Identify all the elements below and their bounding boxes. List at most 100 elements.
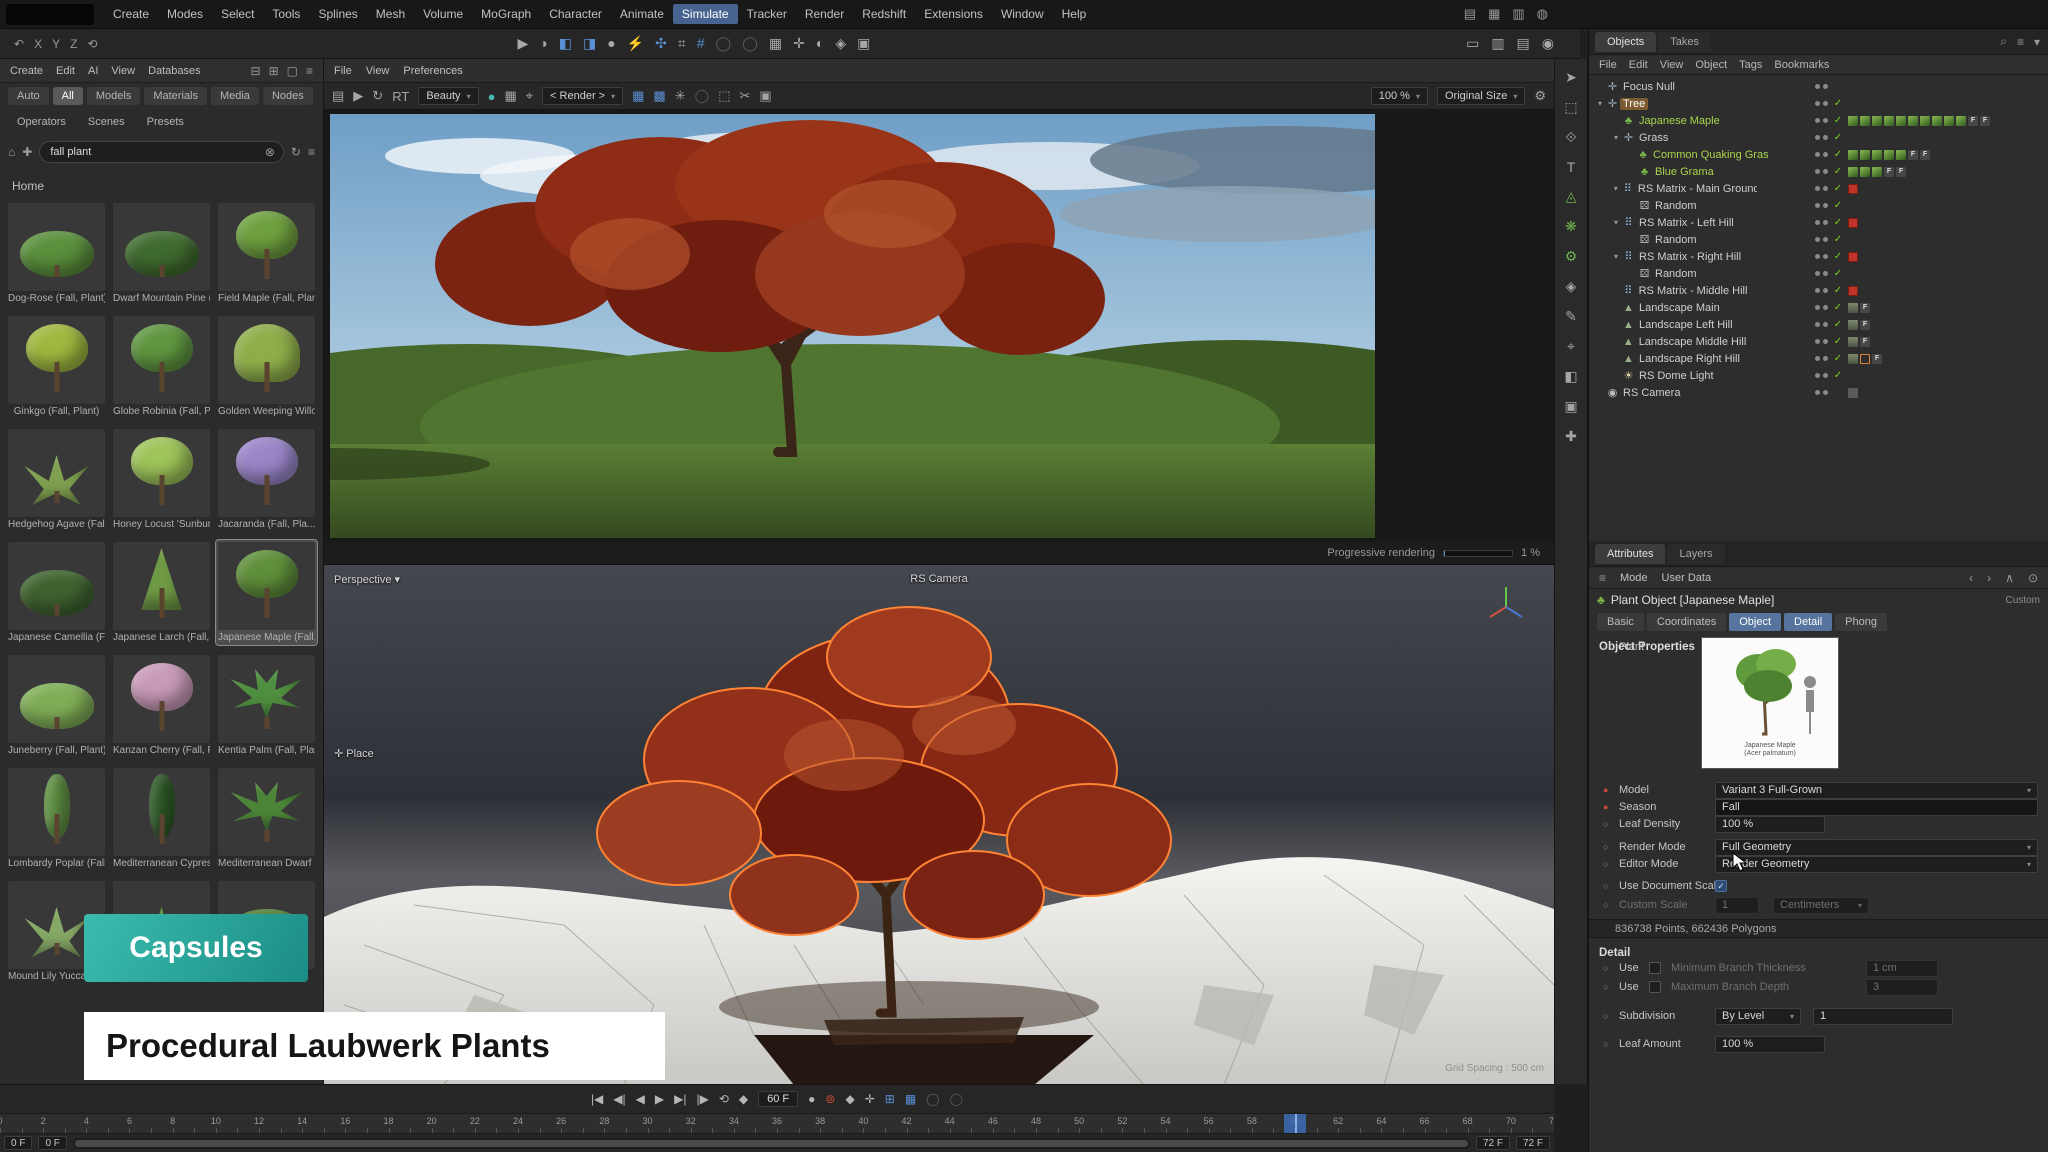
range-start-field-2[interactable]: 0 F <box>38 1136 66 1150</box>
subdivision-field[interactable]: 1 <box>1813 1008 1953 1025</box>
menu-tracker[interactable]: Tracker <box>738 4 796 24</box>
workplane-icon[interactable]: ▦ <box>769 35 782 52</box>
render-target-dropdown[interactable]: < Render >▾ <box>542 87 623 105</box>
goto-start-button[interactable]: |◀ <box>591 1092 603 1106</box>
menu-extensions[interactable]: Extensions <box>915 4 992 24</box>
object-row-focus-null[interactable]: ✛Focus Null <box>1589 78 2048 95</box>
rv-menu-preferences[interactable]: Preferences <box>403 65 462 77</box>
menu-render[interactable]: Render <box>796 4 853 24</box>
menu-create[interactable]: Create <box>104 4 158 24</box>
gear-icon[interactable]: ⚙ <box>1534 88 1546 104</box>
enabled-check[interactable]: ✓ <box>1831 251 1845 262</box>
model-dropdown[interactable]: Variant 3 Full-Grown▾ <box>1715 782 2038 799</box>
tab-layers[interactable]: Layers <box>1667 544 1724 564</box>
visibility-dots[interactable] <box>1815 237 1828 242</box>
axis-gizmo[interactable] <box>1484 583 1528 627</box>
snapshot-icon[interactable]: ▤ <box>332 88 344 104</box>
region-icon[interactable]: ⬚ <box>718 88 730 104</box>
select-tool-icon[interactable]: ➤ <box>1565 69 1577 86</box>
rt-toggle[interactable]: RT <box>392 89 409 104</box>
tab-takes[interactable]: Takes <box>1658 32 1711 52</box>
plant-asset-12[interactable]: Juneberry (Fall, Plant) <box>6 653 107 758</box>
plant-asset-6[interactable]: Hedgehog Agave (Fall... <box>6 427 107 532</box>
visibility-dots[interactable] <box>1815 271 1828 276</box>
visibility-dots[interactable] <box>1815 390 1828 395</box>
next-frame-button[interactable]: ▶| <box>674 1092 686 1106</box>
editor-mode-dropdown[interactable]: Render Geometry▾ <box>1715 856 2038 873</box>
om-menu-bookmarks[interactable]: Bookmarks <box>1774 59 1829 71</box>
plant-asset-11[interactable]: Japanese Maple (Fall, ... <box>216 540 317 645</box>
leaf-amount-field[interactable]: 100 % <box>1715 1036 1825 1053</box>
layout-icon-4[interactable]: ◍ <box>1537 6 1548 22</box>
current-frame-field[interactable]: 60 F <box>758 1091 798 1107</box>
section-tab-coordinates[interactable]: Coordinates <box>1647 613 1726 631</box>
filter-tab-auto[interactable]: Auto <box>8 87 49 105</box>
visibility-dots[interactable] <box>1815 118 1828 123</box>
visibility-dots[interactable] <box>1815 220 1828 225</box>
plant-asset-15[interactable]: Lombardy Poplar (Fall... <box>6 766 107 871</box>
interactive-render-icon[interactable]: ◨ <box>583 35 596 52</box>
object-row-random[interactable]: ⚄Random✓ <box>1589 265 2048 282</box>
enabled-check[interactable]: ✓ <box>1831 353 1845 364</box>
object-row-landscape-main[interactable]: ▲Landscape Main✓F <box>1589 299 2048 316</box>
menu-splines[interactable]: Splines <box>309 4 366 24</box>
object-row-tree[interactable]: ▾✛Tree✓ <box>1589 95 2048 112</box>
generator-tool-icon[interactable]: ◬ <box>1566 188 1577 205</box>
pen-tool-icon[interactable]: ✎ <box>1565 308 1577 325</box>
plant-asset-8[interactable]: Jacaranda (Fall, Pla... <box>216 427 317 532</box>
enabled-check[interactable]: ✓ <box>1831 200 1845 211</box>
object-row-random[interactable]: ⚄Random✓ <box>1589 231 2048 248</box>
ab-menu-ai[interactable]: AI <box>88 65 98 77</box>
start-render-icon[interactable]: ▶ <box>353 88 363 104</box>
search-input[interactable] <box>48 145 265 159</box>
magic-solo-icon[interactable]: ⚡ <box>627 35 644 52</box>
color-sample-icon[interactable]: ● <box>488 89 496 104</box>
plant-asset-2[interactable]: Field Maple (Fall, Plant) <box>216 201 317 306</box>
object-row-blue-grama[interactable]: ♣Blue Grama✓FF <box>1589 163 2048 180</box>
visibility-dots[interactable] <box>1815 186 1828 191</box>
visibility-dots[interactable] <box>1815 203 1828 208</box>
undo-icon[interactable]: ↶ <box>14 37 24 51</box>
visibility-dots[interactable] <box>1815 288 1828 293</box>
object-row-grass[interactable]: ▾✛Grass✓ <box>1589 129 2048 146</box>
capsule-icon[interactable]: ◈ <box>835 35 846 52</box>
grid-icon[interactable]: ⌗ <box>678 35 686 52</box>
field-tool-icon[interactable]: ◈ <box>1566 278 1577 295</box>
plant-asset-4[interactable]: Globe Robinia (Fall, Pl... <box>111 314 212 419</box>
use-document-scale-checkbox[interactable]: ✓ <box>1715 880 1727 892</box>
enabled-check[interactable]: ✓ <box>1831 217 1845 228</box>
menu-animate[interactable]: Animate <box>611 4 673 24</box>
object-row-landscape-middle-hill[interactable]: ▲Landscape Middle Hill✓F <box>1589 333 2048 350</box>
range-end-field[interactable]: 72 F <box>1476 1136 1510 1150</box>
loop-button[interactable]: ⟲ <box>719 1092 729 1106</box>
ab-compare-icon-2[interactable]: ▩ <box>653 88 665 104</box>
visibility-dots[interactable] <box>1815 135 1828 140</box>
screen-layout-icon-1[interactable]: ▭ <box>1466 35 1479 52</box>
crosshair-icon[interactable]: ⌖ <box>526 88 533 104</box>
layout-icon-2[interactable]: ▦ <box>1488 6 1500 22</box>
layout-icon-1[interactable]: ▤ <box>1464 6 1476 22</box>
mode-menu[interactable]: Mode <box>1620 572 1648 584</box>
enabled-check[interactable]: ✓ <box>1831 115 1845 126</box>
restart-render-icon[interactable]: ↻ <box>372 88 383 104</box>
goto-end-button[interactable]: |▶ <box>696 1092 708 1106</box>
plant-asset-13[interactable]: Kanzan Cherry (Fall, Pl... <box>111 653 212 758</box>
refresh-icon[interactable]: ↻ <box>291 145 301 159</box>
max-branch-field[interactable]: 3 <box>1866 979 1938 996</box>
coord-system-icon[interactable]: ⟲ <box>87 37 97 51</box>
perspective-viewport[interactable]: Perspective ▾ RS Camera ✛ Place <box>324 564 1554 1084</box>
keyframe-selection-button[interactable]: ◆ <box>845 1092 854 1106</box>
menu-redshift[interactable]: Redshift <box>853 4 915 24</box>
plant-asset-9[interactable]: Japanese Camellia (Fal... <box>6 540 107 645</box>
ab-menu-edit[interactable]: Edit <box>56 65 75 77</box>
deformer-tool-icon[interactable]: ❋ <box>1565 218 1577 235</box>
filter-tab-media[interactable]: Media <box>211 87 259 105</box>
autokey-button[interactable]: ⊚ <box>825 1092 835 1106</box>
render-view-icon[interactable]: ▶ <box>518 35 529 52</box>
om-menu-edit[interactable]: Edit <box>1629 59 1648 71</box>
min-branch-field[interactable]: 1 cm <box>1866 960 1938 977</box>
enabled-check[interactable]: ✓ <box>1831 149 1845 160</box>
enabled-check[interactable]: ✓ <box>1831 98 1845 109</box>
category-tab-operators[interactable]: Operators <box>8 113 75 131</box>
cube-tool-icon[interactable]: ⟐ <box>1565 129 1576 146</box>
